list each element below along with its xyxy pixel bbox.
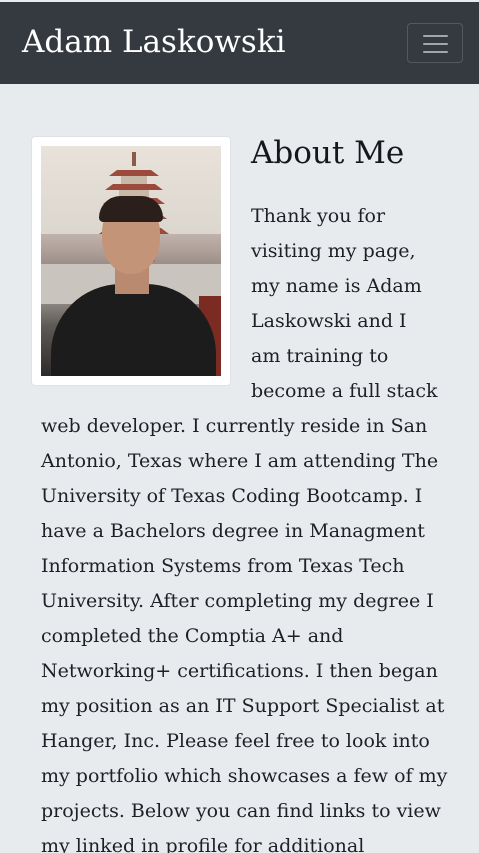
hamburger-menu-icon <box>423 35 448 37</box>
bio-line: my name is Adam <box>251 275 422 297</box>
bio-line: Antonio, Texas where I am attending The <box>41 450 439 472</box>
bio-line: have a Bachelors degree in Managment <box>41 520 425 542</box>
hamburger-menu-icon-bar <box>423 51 448 53</box>
navbar-toggle-button[interactable] <box>407 23 463 63</box>
bio-line: projects. Below you can find links to vi… <box>41 800 441 822</box>
bio-line: Laskowski and I <box>251 310 407 332</box>
bio-line: Information Systems from Texas Tech <box>41 555 405 577</box>
profile-photo <box>41 146 221 376</box>
about-section: About Me Thank you for visiting my page,… <box>0 84 479 853</box>
navbar-brand[interactable]: Adam Laskowski <box>22 22 286 62</box>
person-hair <box>99 196 163 222</box>
bio-line: Networking+ certifications. I then began <box>41 660 438 682</box>
bio-line: my portfolio which showcases a few of my <box>41 765 448 787</box>
bio-line: am training to <box>251 345 389 367</box>
hamburger-menu-icon-bar <box>423 43 448 45</box>
bio-line: Hanger, Inc. Please feel free to look in… <box>41 730 430 752</box>
bio-line: web developer. I currently reside in San <box>41 415 428 437</box>
bio-line: University. After completing my degree I <box>41 590 434 612</box>
profile-photo-frame <box>31 136 231 386</box>
about-heading: About Me <box>251 135 405 171</box>
bio-line: University of Texas Coding Bootcamp. I <box>41 485 423 507</box>
navbar: Adam Laskowski <box>0 2 479 84</box>
bio-line: visiting my page, <box>251 240 416 262</box>
bio-line: become a full stack <box>251 380 438 402</box>
bio-line: my linked in profile for additional <box>41 835 365 853</box>
bio-line: completed the Comptia A+ and <box>41 625 344 647</box>
bio-line: my position as an IT Support Specialist … <box>41 695 445 717</box>
bio-line: Thank you for <box>251 205 386 227</box>
